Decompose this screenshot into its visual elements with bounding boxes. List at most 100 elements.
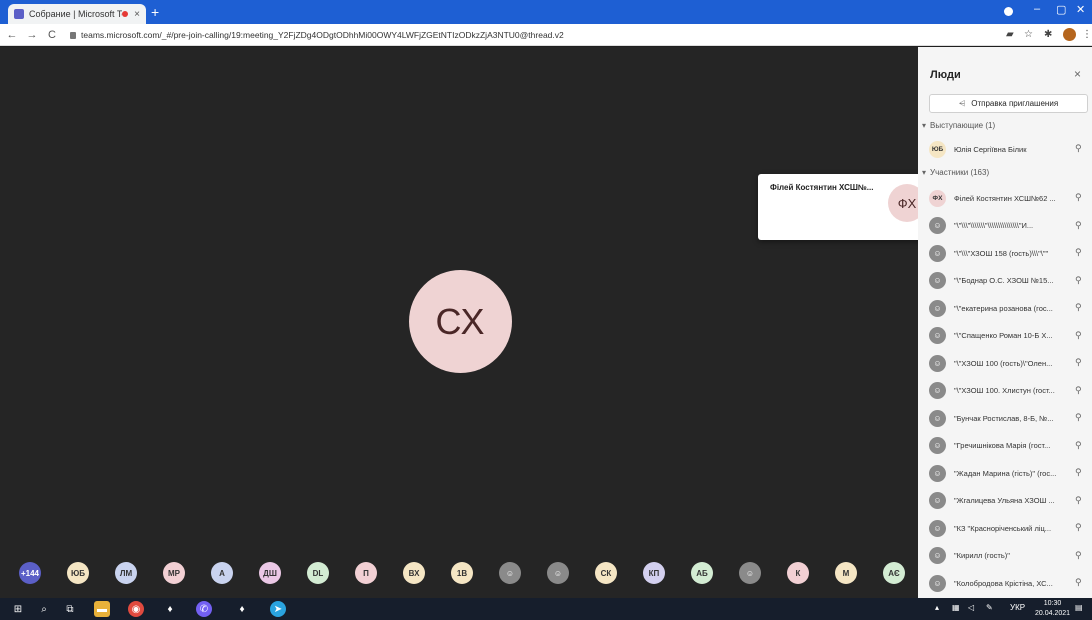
person-icon: ☺ — [745, 568, 755, 578]
telegram-icon[interactable]: ➤ — [270, 601, 286, 617]
extensions-icon[interactable]: ✱ — [1044, 29, 1052, 40]
mic-off-icon[interactable]: ⚲ — [1075, 440, 1082, 451]
participant-name: "Жгалицева Ульяна ХЗОШ ... — [954, 496, 1055, 505]
participant-avatar[interactable]: КП — [643, 562, 665, 584]
participant-avatar[interactable]: МР — [163, 562, 185, 584]
search-icon[interactable]: ⌕ — [36, 601, 52, 617]
people-list-item[interactable]: ☺ "\"\\\"ХЗОШ 158 (гость)\\\"\"" ⚲ — [929, 242, 1089, 264]
steam-icon-2[interactable]: ♦ — [234, 601, 250, 617]
participant-name: "\"ХЗОШ 100. Хлистун (гост... — [954, 386, 1055, 395]
mic-off-icon[interactable]: ⚲ — [1075, 577, 1082, 588]
cast-icon[interactable]: ▰ — [1006, 29, 1014, 40]
participant-avatar[interactable]: ЛМ — [115, 562, 137, 584]
people-list-item[interactable]: ☺ "\"Спащенко Роман 10-Б Х... ⚲ — [929, 325, 1089, 347]
task-view-icon[interactable]: ⧉ — [62, 601, 78, 617]
taskbar-clock[interactable]: 10:30 20.04.2021 — [1035, 599, 1070, 619]
tray-arrow-icon[interactable]: ▴ — [935, 603, 939, 612]
minimize-button[interactable]: – — [1034, 3, 1040, 15]
participant-avatar[interactable]: СК — [595, 562, 617, 584]
participant-avatar[interactable]: 1В — [451, 562, 473, 584]
people-list-item[interactable]: ☺ "\"\\\"\\\\\\\"\\\\\\\\\\\\\\\"И... ⚲ — [929, 215, 1089, 237]
people-list-item[interactable]: ☺ "Колобродова Крістіна, ХС... ⚲ — [929, 572, 1089, 594]
tab-close-button[interactable]: × — [134, 9, 140, 20]
people-list-item[interactable]: ☺ "\"ХЗОШ 100 (гость)\"Олен... ⚲ — [929, 352, 1089, 374]
panel-close-button[interactable]: × — [1074, 67, 1081, 81]
guest-avatar: ☺ — [929, 519, 946, 537]
url-field[interactable]: teams.microsoft.com/_#/pre-join-calling/… — [70, 30, 950, 40]
participant-avatar[interactable]: ЮБ — [67, 562, 89, 584]
people-list-item[interactable]: ☺ "Гречишнікова Марія (гост... ⚲ — [929, 435, 1089, 457]
browser-tab-strip: Собрание | Microsoft Teams × + – ▢ ✕ — [0, 0, 1092, 24]
people-list-item[interactable]: ☺ "Жгалицева Ульяна ХЗОШ ... ⚲ — [929, 490, 1089, 512]
participant-avatar[interactable]: ДШ — [259, 562, 281, 584]
participant-avatar[interactable]: П — [355, 562, 377, 584]
participant-avatar[interactable]: А — [211, 562, 233, 584]
share-invite-button[interactable]: ⩤ Отправка приглашения — [929, 94, 1088, 113]
viber-icon[interactable]: ✆ — [196, 601, 212, 617]
language-indicator[interactable]: УКР — [1010, 603, 1025, 612]
mic-off-icon[interactable]: ⚲ — [1075, 385, 1082, 396]
mic-off-icon[interactable]: ⚲ — [1075, 330, 1082, 341]
steam-icon[interactable]: ♦ — [162, 601, 178, 617]
participant-avatar[interactable]: К — [787, 562, 809, 584]
people-list-item[interactable]: ☺ "\"ХЗОШ 100. Хлистун (гост... ⚲ — [929, 380, 1089, 402]
chrome-icon[interactable]: ◉ — [128, 601, 144, 617]
back-button[interactable]: ← — [4, 29, 20, 41]
participant-avatar[interactable]: ВХ — [403, 562, 425, 584]
participant-name: "\"Боднар О.С. ХЗОШ №15... — [954, 276, 1054, 285]
forward-button[interactable]: → — [24, 29, 40, 41]
people-list-item[interactable]: ЮБ Юлія Сергіївна Білик ⚲ — [929, 138, 1089, 160]
participant-avatar[interactable]: М — [835, 562, 857, 584]
mic-off-icon[interactable]: ⚲ — [1075, 357, 1082, 368]
new-tab-button[interactable]: + — [151, 4, 159, 20]
participant-avatar-strip: +144 ЮБ ЛМ МР А ДШ DL П ВХ 1В ☺ ☺ СК КП АБ ☺ К М АЄ — [0, 557, 918, 591]
maximize-button[interactable]: ▢ — [1056, 3, 1066, 16]
guest-avatar: ☺ — [929, 574, 946, 592]
guest-avatar[interactable]: ☺ — [499, 562, 521, 584]
bookmark-star-icon[interactable]: ☆ — [1024, 29, 1033, 40]
participants-header[interactable]: ▾ Участники (163) — [922, 168, 989, 177]
people-list-item[interactable]: ☺ "Бунчак Ростислав, 8-Б, №... ⚲ — [929, 407, 1089, 429]
tray-volume-icon[interactable]: ◁ — [968, 603, 974, 612]
hover-card-name: Філей Костянтин ХСШ№... — [770, 183, 874, 192]
window-close-button[interactable]: ✕ — [1076, 3, 1085, 16]
mic-off-icon[interactable]: ⚲ — [1075, 192, 1082, 203]
windows-start-icon[interactable]: ⊞ — [10, 601, 26, 617]
guest-avatar[interactable]: ☺ — [547, 562, 569, 584]
guest-avatar[interactable]: ☺ — [739, 562, 761, 584]
mic-off-icon[interactable]: ⚲ — [1075, 247, 1082, 258]
windows-taskbar: ⊞ ⌕ ⧉ ▬ ◉ ♦ ✆ ♦ ➤ ▴ ▦ ◁ ✎ УКР 10:30 20.04… — [0, 598, 1092, 620]
mic-off-icon[interactable]: ⚲ — [1075, 143, 1082, 154]
participant-name: "Жадан Марина (гість)" (гос... — [954, 468, 1057, 478]
mic-off-icon[interactable]: ⚲ — [1075, 275, 1082, 286]
mic-off-icon[interactable]: ⚲ — [1075, 220, 1082, 231]
participant-avatar[interactable]: АЄ — [883, 562, 905, 584]
user-avatar-icon[interactable] — [1063, 28, 1076, 41]
mic-off-icon[interactable]: ⚲ — [1075, 467, 1082, 478]
people-list-item[interactable]: ☺ "\"Боднар О.С. ХЗОШ №15... ⚲ — [929, 270, 1089, 292]
participant-avatar[interactable]: DL — [307, 562, 329, 584]
tray-pen-icon[interactable]: ✎ — [986, 603, 993, 612]
people-list-item[interactable]: ☺ "Жадан Марина (гість)" (гос... ⚲ — [929, 462, 1089, 484]
tray-network-icon[interactable]: ▦ — [952, 603, 960, 612]
mic-off-icon[interactable]: ⚲ — [1075, 412, 1082, 423]
participant-avatar[interactable]: АБ — [691, 562, 713, 584]
notification-icon[interactable]: ▤ — [1075, 603, 1083, 612]
participant-avatar[interactable]: +144 — [19, 562, 41, 584]
browser-tab[interactable]: Собрание | Microsoft Teams × — [8, 4, 146, 24]
mic-off-icon[interactable]: ⚲ — [1075, 302, 1082, 313]
people-list-item[interactable]: ☺ "Кирилл (гость)" ⚲ — [929, 545, 1089, 567]
people-list-item[interactable]: ☺ "КЗ "Красноріченський ліц... ⚲ — [929, 517, 1089, 539]
mic-off-icon[interactable]: ⚲ — [1075, 495, 1082, 506]
reload-button[interactable]: C — [44, 29, 60, 41]
presenters-header[interactable]: ▾ Выступающие (1) — [922, 121, 995, 130]
profile-icon[interactable] — [1004, 7, 1013, 16]
mic-off-icon[interactable]: ⚲ — [1075, 550, 1082, 561]
file-explorer-icon[interactable]: ▬ — [94, 601, 110, 617]
browser-menu-icon[interactable]: ⋮ — [1082, 29, 1092, 40]
mic-off-icon[interactable]: ⚲ — [1075, 522, 1082, 533]
person-icon: ☺ — [505, 568, 515, 578]
people-list-item[interactable]: ФХ Філей Костянтин ХСШ№62 ... ⚲ — [929, 187, 1089, 209]
guest-avatar: ☺ — [929, 354, 946, 372]
people-list-item[interactable]: ☺ "\"екатерина розанова (гос... ⚲ — [929, 297, 1089, 319]
